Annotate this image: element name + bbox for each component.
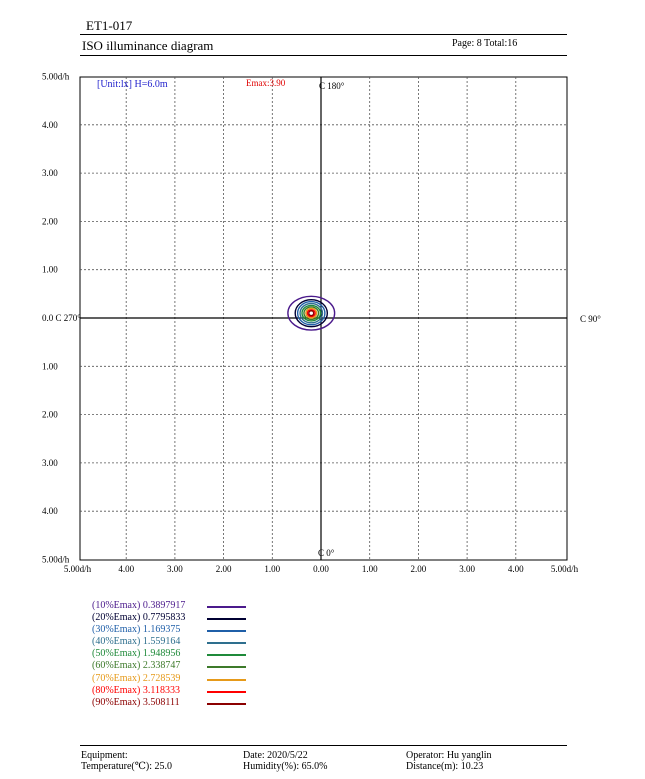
operator-label: Operator: Hu yanglin: [406, 750, 492, 761]
chart-legend: (10%Emax) 0.3897917 (20%Emax) 0.7795833 (3…: [92, 600, 292, 709]
y-tick-label: 5.00d/h: [42, 555, 70, 565]
legend-swatch: [207, 666, 246, 669]
x-tick-label: 5.00d/h: [551, 564, 579, 574]
unit-label: [Unit:lx] H=6.0m: [97, 79, 168, 90]
emax-label: Emax:3.90: [246, 78, 286, 88]
legend-swatch: [207, 618, 246, 621]
x-tick-label: 3.00: [167, 564, 183, 574]
legend-item: (30%Emax) 1.169375: [92, 624, 292, 636]
date-label: Date: 2020/5/22: [243, 750, 308, 761]
legend-swatch: [207, 702, 246, 705]
legend-item: (10%Emax) 0.3897917: [92, 600, 292, 612]
y-tick-label: 2.00: [42, 216, 58, 226]
legend-item: (50%Emax) 1.948956: [92, 648, 292, 660]
x-tick-label: 2.00: [216, 564, 232, 574]
legend-label: (80%Emax) 3.118333: [92, 684, 180, 696]
iso-illuminance-chart: 5.00d/h 4.00 3.00 2.00 1.00 0.0 C 270° 1.00 2.0…: [42, 72, 601, 575]
legend-swatch: [207, 642, 246, 645]
y-tick-label: 5.00d/h: [42, 72, 70, 82]
y-tick-label: 1.00: [42, 361, 58, 371]
y-tick-label: 4.00: [42, 506, 58, 516]
x-tick-label: 5.00d/h: [64, 564, 92, 574]
axis-label-top: C 180°: [319, 81, 345, 91]
footer-divider: [80, 745, 567, 746]
footer-left: Equipment: Temperature(℃): 25.0: [81, 750, 172, 772]
legend-swatch: [207, 606, 246, 608]
legend-item: (80%Emax) 3.118333: [92, 685, 292, 697]
x-tick-label: 1.00: [264, 564, 280, 574]
x-tick-label: 4.00: [118, 564, 134, 574]
legend-label: (20%Emax) 0.7795833: [92, 612, 186, 624]
legend-label: (50%Emax) 1.948956: [92, 648, 181, 660]
contour-lines: [287, 295, 336, 331]
legend-label: (90%Emax) 3.508111: [92, 696, 180, 708]
legend-item: (40%Emax) 1.559164: [92, 636, 292, 648]
y-tick-label: 3.00: [42, 168, 58, 178]
footer-right: Operator: Hu yanglin Distance(m): 10.23: [406, 750, 492, 772]
y-tick-labels: 5.00d/h 4.00 3.00 2.00 1.00 0.0 C 270° 1.00 2.0…: [42, 72, 81, 565]
axis-label-right: C 90°: [580, 314, 601, 324]
legend-label: (10%Emax) 0.3897917: [92, 600, 186, 611]
contour-line: [308, 310, 315, 317]
x-tick-labels: 5.00d/h 4.00 3.00 2.00 1.00 0.00 1.00 2.00 3.00 4…: [64, 564, 579, 574]
x-tick-label: 4.00: [508, 564, 524, 574]
legend-swatch: [207, 630, 246, 633]
y-tick-label: 0.0 C 270°: [42, 313, 81, 323]
y-tick-label: 3.00: [42, 458, 58, 468]
x-tick-label: 1.00: [362, 564, 378, 574]
footer-middle: Date: 2020/5/22 Humidity(%): 65.0%: [243, 750, 327, 772]
x-tick-label: 2.00: [411, 564, 427, 574]
y-tick-label: 1.00: [42, 265, 58, 275]
x-tick-label: 3.00: [459, 564, 475, 574]
legend-swatch: [207, 678, 246, 681]
legend-label: (30%Emax) 1.169375: [92, 624, 181, 636]
equipment-label: Equipment:: [81, 750, 128, 761]
legend-swatch: [207, 654, 246, 657]
temperature-label: Temperature(℃): 25.0: [81, 761, 173, 772]
legend-label: (60%Emax) 2.338747: [92, 660, 181, 672]
y-tick-label: 2.00: [42, 410, 58, 420]
distance-label: Distance(m): 10.23: [406, 761, 484, 772]
y-tick-label: 4.00: [42, 120, 58, 130]
legend-swatch: [207, 690, 246, 693]
legend-item: (60%Emax) 2.338747: [92, 660, 292, 672]
legend-label: (70%Emax) 2.728539: [92, 672, 181, 684]
axis-label-bottom: C 0°: [318, 548, 335, 558]
x-tick-label: 0.00: [313, 564, 329, 574]
legend-item: (20%Emax) 0.7795833: [92, 612, 292, 624]
humidity-label: Humidity(%): 65.0%: [243, 761, 328, 772]
legend-item: (70%Emax) 2.728539: [92, 673, 292, 685]
legend-item: (90%Emax) 3.508111: [92, 697, 292, 709]
legend-label: (40%Emax) 1.559164: [92, 636, 181, 648]
